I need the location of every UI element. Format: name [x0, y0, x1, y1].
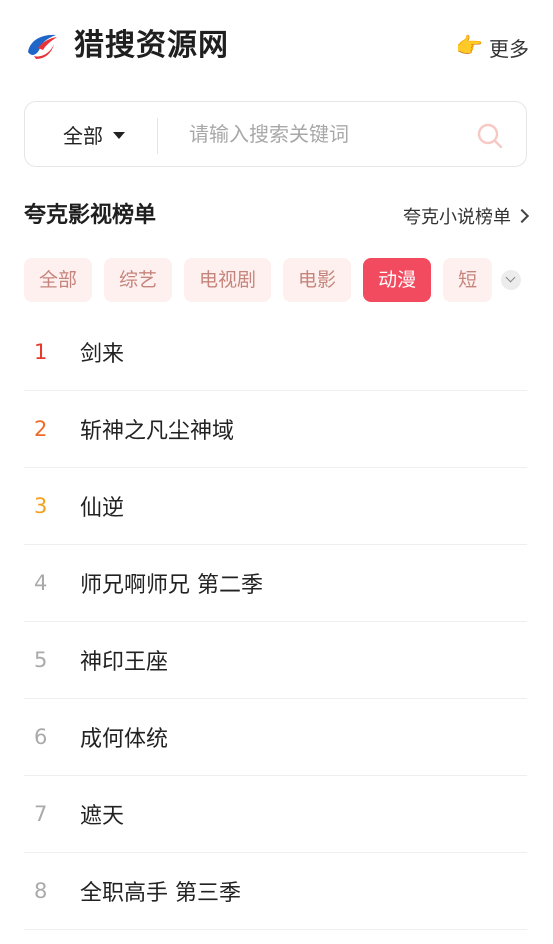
more-label: 更多	[489, 36, 529, 61]
rank-number: 3	[34, 494, 48, 518]
list-item[interactable]: 2 斩神之凡尘神域	[24, 391, 527, 468]
tab-variety[interactable]: 综艺	[104, 258, 173, 302]
rank-title[interactable]: 全职高手 第三季	[80, 875, 241, 907]
list-item[interactable]: 7 遮天	[24, 776, 527, 853]
expand-tabs-button[interactable]	[501, 270, 521, 290]
rank-title[interactable]: 斩神之凡尘神域	[80, 413, 234, 445]
rank-title[interactable]: 遮天	[80, 798, 124, 830]
rank-number: 5	[34, 648, 48, 672]
rank-title[interactable]: 仙逆	[80, 490, 124, 522]
search-divider	[157, 118, 158, 154]
site-title[interactable]: 猎搜资源网	[74, 26, 229, 66]
rank-title[interactable]: 师兄啊师兄 第二季	[80, 567, 263, 599]
list-item[interactable]: 5 神印王座	[24, 622, 527, 699]
list-item[interactable]: 8 全职高手 第三季	[24, 853, 527, 930]
rank-title[interactable]: 成何体统	[80, 721, 168, 753]
novel-ranking-link[interactable]: 夸克小说榜单	[403, 198, 530, 234]
search-scope-dropdown[interactable]: 全部	[63, 102, 125, 166]
tab-anime[interactable]: 动漫	[363, 258, 432, 302]
list-item[interactable]: 4 师兄啊师兄 第二季	[24, 545, 527, 622]
section-title: 夸克影视榜单	[24, 203, 157, 228]
bird-logo-icon[interactable]	[24, 28, 60, 64]
app-header: 猎搜资源网 👉 更多	[0, 0, 553, 90]
rank-number: 8	[34, 879, 48, 903]
tabs-track: 全部 综艺 电视剧 电影 动漫 短	[24, 258, 504, 302]
category-tabs: 全部 综艺 电视剧 电影 动漫 短	[24, 258, 527, 302]
tab-movie[interactable]: 电影	[283, 258, 352, 302]
search-icon[interactable]	[476, 122, 504, 150]
search-bar: 全部	[24, 101, 527, 167]
search-input[interactable]	[189, 112, 459, 156]
rank-number: 1	[34, 340, 48, 364]
tab-tv-series[interactable]: 电视剧	[184, 258, 272, 302]
rank-title[interactable]: 剑来	[80, 336, 124, 368]
search-scope-label: 全部	[63, 123, 103, 148]
list-item[interactable]: 3 仙逆	[24, 468, 527, 545]
rank-number: 4	[34, 571, 48, 595]
rank-number: 7	[34, 802, 48, 826]
pointing-hand-icon: 👉	[455, 34, 483, 59]
rank-title[interactable]: 神印王座	[80, 644, 168, 676]
list-item[interactable]: 6 成何体统	[24, 699, 527, 776]
ranking-list: 1 剑来 2 斩神之凡尘神域 3 仙逆 4 师兄啊师兄 第二季 5 神印王座 6…	[24, 314, 527, 930]
rank-number: 2	[34, 417, 48, 441]
chevron-down-icon	[505, 272, 516, 283]
tab-all[interactable]: 全部	[24, 258, 93, 302]
caret-down-icon	[113, 131, 125, 139]
list-item[interactable]: 1 剑来	[24, 314, 527, 391]
chevron-right-icon	[514, 208, 530, 224]
more-button[interactable]: 👉 更多	[456, 32, 529, 62]
tab-short[interactable]: 短	[443, 258, 493, 302]
novel-ranking-label: 夸克小说榜单	[403, 207, 511, 228]
section-header: 夸克影视榜单 夸克小说榜单	[24, 198, 530, 234]
rank-number: 6	[34, 725, 48, 749]
